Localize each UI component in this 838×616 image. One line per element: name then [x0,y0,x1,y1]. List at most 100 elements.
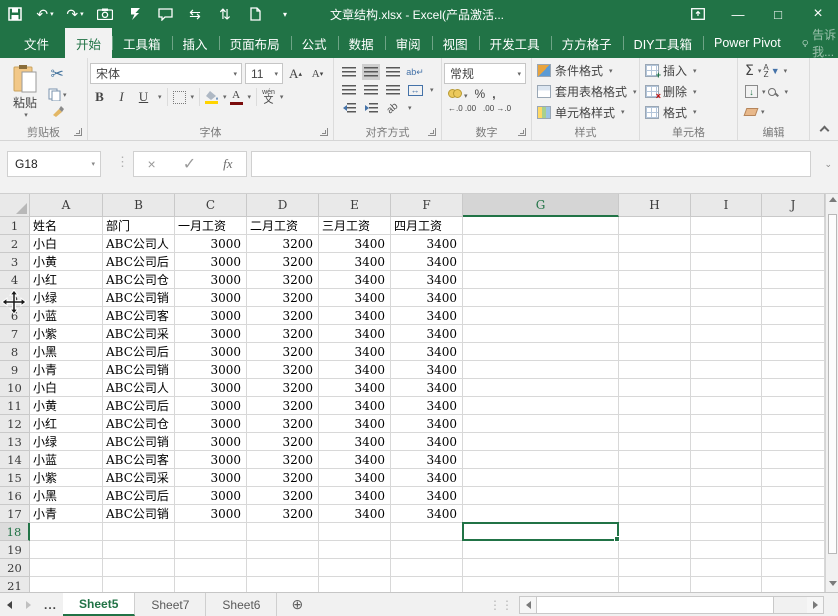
row-header-17[interactable]: 17 [0,505,30,523]
tab-方方格子[interactable]: 方方格子 [551,28,623,58]
cell-F21[interactable] [391,577,463,592]
cell-A8[interactable]: 小黑 [30,343,103,361]
cell-F7[interactable]: 3400 [391,325,463,343]
cell-D7[interactable]: 3200 [247,325,319,343]
cell-E17[interactable]: 3400 [319,505,391,523]
cell-E11[interactable]: 3400 [319,397,391,415]
cell-styles-button[interactable]: 单元格样式▾ [537,102,637,122]
font-name-combo[interactable]: 宋体▾ [90,63,242,84]
cell-H7[interactable] [619,325,691,343]
cell-C9[interactable]: 3000 [175,361,247,379]
cell-D12[interactable]: 3200 [247,415,319,433]
cell-F4[interactable]: 3400 [391,271,463,289]
align-left-icon[interactable] [340,82,358,98]
next-sheet-icon[interactable] [19,593,38,616]
cancel-icon[interactable]: × [148,156,156,172]
cell-C2[interactable]: 3000 [175,235,247,253]
format-cells-button[interactable]: 格式▾ [645,102,735,122]
expand-formula-bar-icon[interactable]: ⌄ [824,159,832,170]
tab-file[interactable]: 文件 [8,28,65,58]
cell-H3[interactable] [619,253,691,271]
cell-C1[interactable]: 一月工资 [175,217,247,235]
row-header-13[interactable]: 13 [0,433,30,451]
cell-D20[interactable] [247,559,319,577]
italic-button[interactable]: I [112,87,131,107]
previous-sheet-icon[interactable] [0,593,19,616]
cell-F13[interactable]: 3400 [391,433,463,451]
clipboard-dialog-launcher-icon[interactable] [74,128,82,136]
cell-E4[interactable]: 3400 [319,271,391,289]
row-header-15[interactable]: 15 [0,469,30,487]
cell-E9[interactable]: 3400 [319,361,391,379]
insert-function-icon[interactable]: fx [223,156,232,172]
tell-me-box[interactable]: 告诉我... [792,26,838,60]
cell-C10[interactable]: 3000 [175,379,247,397]
decrease-decimal-icon[interactable]: .00 →.0 [483,104,511,113]
cell-A7[interactable]: 小紫 [30,325,103,343]
cell-G16[interactable] [463,487,619,505]
new-sheet-icon[interactable]: ⊕ [277,593,317,616]
decrease-indent-icon[interactable] [340,100,358,116]
select-all-corner[interactable] [0,194,30,217]
cell-B19[interactable] [103,541,175,559]
maximize-icon[interactable]: □ [758,0,798,28]
cell-I4[interactable] [691,271,762,289]
cell-B14[interactable]: ABC公司客 [103,451,175,469]
cell-F8[interactable]: 3400 [391,343,463,361]
row-header-3[interactable]: 3 [0,253,30,271]
cell-G6[interactable] [463,307,619,325]
cell-A18[interactable] [30,523,103,541]
cell-D2[interactable]: 3200 [247,235,319,253]
horizontal-scrollbar[interactable] [519,596,824,614]
cell-D17[interactable]: 3200 [247,505,319,523]
fill-color-dropdown-icon[interactable]: ▾ [223,93,227,101]
column-header-E[interactable]: E [319,194,391,217]
cell-I17[interactable] [691,505,762,523]
format-as-table-button[interactable]: 套用表格格式▾ [537,82,637,102]
cell-A21[interactable] [30,577,103,592]
cell-I11[interactable] [691,397,762,415]
cell-D11[interactable]: 3200 [247,397,319,415]
cell-C14[interactable]: 3000 [175,451,247,469]
cell-I14[interactable] [691,451,762,469]
tab-数据[interactable]: 数据 [338,28,385,58]
vertical-scrollbar[interactable] [825,194,838,592]
cell-G15[interactable] [463,469,619,487]
cell-J3[interactable] [762,253,825,271]
enter-icon[interactable]: ✓ [183,154,196,174]
cell-H12[interactable] [619,415,691,433]
cell-J9[interactable] [762,361,825,379]
cell-C21[interactable] [175,577,247,592]
phonetic-guide-icon[interactable]: wén 文 [262,89,275,106]
cell-G13[interactable] [463,433,619,451]
column-header-D[interactable]: D [247,194,319,217]
decrease-font-icon[interactable]: A▾ [308,64,327,84]
tab-Power Pivot[interactable]: Power Pivot [703,28,792,58]
underline-button[interactable]: U [134,87,153,107]
cell-A6[interactable]: 小蓝 [30,307,103,325]
cell-F10[interactable]: 3400 [391,379,463,397]
cell-G1[interactable] [463,217,619,235]
row-header-8[interactable]: 8 [0,343,30,361]
cell-F15[interactable]: 3400 [391,469,463,487]
cell-E1[interactable]: 三月工资 [319,217,391,235]
cell-C13[interactable]: 3000 [175,433,247,451]
more-sheets-button[interactable]: ... [38,593,63,616]
new-document-icon[interactable] [240,0,270,28]
cell-A4[interactable]: 小红 [30,271,103,289]
cell-E5[interactable]: 3400 [319,289,391,307]
cell-I12[interactable] [691,415,762,433]
cell-I1[interactable] [691,217,762,235]
cell-B5[interactable]: ABC公司销 [103,289,175,307]
cell-H11[interactable] [619,397,691,415]
cell-F18[interactable] [391,523,463,541]
cell-C4[interactable]: 3000 [175,271,247,289]
cell-F19[interactable] [391,541,463,559]
sheet-tab-Sheet7[interactable]: Sheet7 [135,593,206,616]
cell-H20[interactable] [619,559,691,577]
cell-A17[interactable]: 小青 [30,505,103,523]
cell-B8[interactable]: ABC公司后 [103,343,175,361]
cell-H13[interactable] [619,433,691,451]
cell-B21[interactable] [103,577,175,592]
cell-B15[interactable]: ABC公司采 [103,469,175,487]
